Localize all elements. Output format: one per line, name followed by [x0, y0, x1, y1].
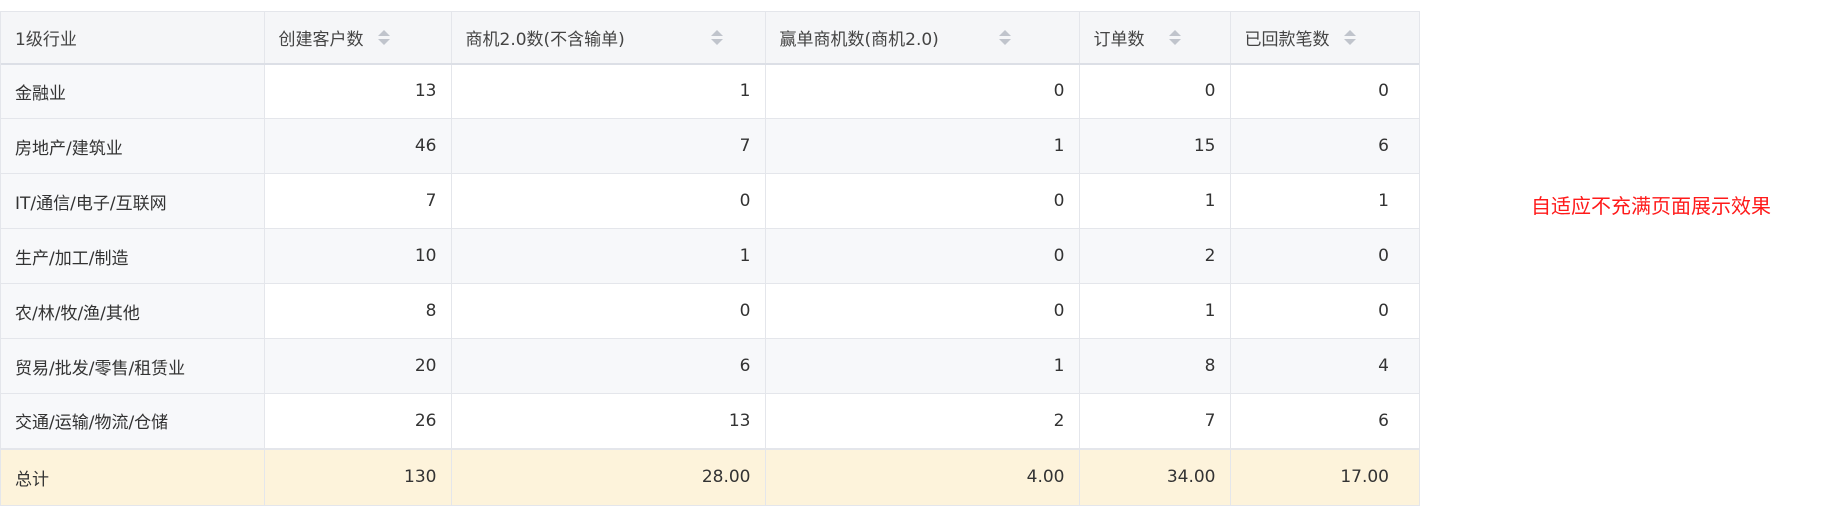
table-cell-industry: 贸易/批发/零售/租赁业: [1, 338, 265, 394]
table-cell: 0: [451, 173, 766, 229]
table-cell: 10: [264, 228, 452, 284]
table-row: 生产/加工/制造 10 1 0 2 0: [1, 228, 1419, 284]
sort-caret-icon[interactable]: [998, 28, 1011, 46]
column-header-label: 订单数: [1093, 29, 1145, 50]
column-header-customers[interactable]: 创建客户数: [264, 11, 452, 65]
table-cell: 1: [1079, 173, 1231, 229]
industry-stats-table: 1级行业 创建客户数 商机2.0数(不含输单) 赢单商机数(商机2.0) 订单数…: [1, 11, 1419, 506]
table-cell: 15: [1079, 118, 1231, 174]
table-cell: 6: [1230, 393, 1419, 449]
table-cell: 0: [451, 283, 766, 339]
table-cell: 1: [1079, 283, 1231, 339]
table-cell: 4: [1230, 338, 1419, 394]
table-total-row: 总计 130 28.00 4.00 34.00 17.00: [1, 448, 1419, 506]
table-cell: 26: [264, 393, 452, 449]
table-cell: 0: [765, 63, 1080, 119]
table-cell: 13: [264, 63, 452, 119]
table-cell: 1: [1230, 173, 1419, 229]
column-header-won-opportunities[interactable]: 赢单商机数(商机2.0): [765, 11, 1080, 65]
table-cell-industry: 生产/加工/制造: [1, 228, 265, 284]
column-header-label: 创建客户数: [278, 29, 364, 50]
table-cell: 7: [264, 173, 452, 229]
table-cell: 1: [765, 118, 1080, 174]
table-cell: 0: [765, 173, 1080, 229]
table-cell: 1: [451, 228, 766, 284]
table-cell: 0: [765, 228, 1080, 284]
column-header-opportunities[interactable]: 商机2.0数(不含输单): [451, 11, 766, 65]
table-cell-industry: 交通/运输/物流/仓储: [1, 393, 265, 449]
table-row: 金融业 13 1 0 0 0: [1, 63, 1419, 119]
column-header-orders[interactable]: 订单数: [1079, 11, 1231, 65]
column-header-payments[interactable]: 已回款笔数: [1230, 11, 1419, 65]
column-header-industry: 1级行业: [1, 11, 265, 65]
layout-note: 自适应不充满页面展示效果: [1531, 194, 1771, 218]
table-cell: 2: [765, 393, 1080, 449]
table-header-row: 1级行业 创建客户数 商机2.0数(不含输单) 赢单商机数(商机2.0) 订单数…: [1, 11, 1419, 65]
table-row: 房地产/建筑业 46 7 1 15 6: [1, 118, 1419, 174]
table-cell-industry: 农/林/牧/渔/其他: [1, 283, 265, 339]
table-cell: 8: [264, 283, 452, 339]
table-row: 贸易/批发/零售/租赁业 20 6 1 8 4: [1, 338, 1419, 394]
column-header-label: 1级行业: [15, 29, 77, 50]
table-cell: 1: [451, 63, 766, 119]
table-row: 农/林/牧/渔/其他 8 0 0 1 0: [1, 283, 1419, 339]
table-cell: 46: [264, 118, 452, 174]
table-cell: 13: [451, 393, 766, 449]
sort-caret-icon[interactable]: [710, 28, 723, 46]
table-cell: 20: [264, 338, 452, 394]
sort-caret-icon[interactable]: [1343, 28, 1356, 46]
total-cell: 28.00: [451, 448, 766, 506]
table-cell: 0: [1230, 63, 1419, 119]
table-cell: 7: [451, 118, 766, 174]
column-header-label: 已回款笔数: [1244, 29, 1330, 50]
table-row: IT/通信/电子/互联网 7 0 0 1 1: [1, 173, 1419, 229]
table-cell: 1: [765, 338, 1080, 394]
table-cell-industry: IT/通信/电子/互联网: [1, 173, 265, 229]
table-row: 交通/运输/物流/仓储 26 13 2 7 6: [1, 393, 1419, 449]
sort-caret-icon[interactable]: [377, 28, 390, 46]
table-cell: 6: [451, 338, 766, 394]
data-table-container: 1级行业 创建客户数 商机2.0数(不含输单) 赢单商机数(商机2.0) 订单数…: [0, 11, 1420, 506]
table-cell: 0: [1230, 228, 1419, 284]
column-header-label: 商机2.0数(不含输单): [465, 29, 625, 50]
total-label: 总计: [1, 448, 265, 506]
table-cell: 8: [1079, 338, 1231, 394]
total-cell: 17.00: [1230, 448, 1419, 506]
total-cell: 4.00: [765, 448, 1080, 506]
total-cell: 130: [264, 448, 452, 506]
column-header-label: 赢单商机数(商机2.0): [779, 29, 939, 50]
sort-caret-icon[interactable]: [1168, 28, 1181, 46]
table-cell: 0: [1230, 283, 1419, 339]
table-cell: 7: [1079, 393, 1231, 449]
table-cell: 0: [1079, 63, 1231, 119]
table-cell: 2: [1079, 228, 1231, 284]
total-cell: 34.00: [1079, 448, 1231, 506]
table-cell: 0: [765, 283, 1080, 339]
table-cell: 6: [1230, 118, 1419, 174]
table-cell-industry: 金融业: [1, 63, 265, 119]
table-cell-industry: 房地产/建筑业: [1, 118, 265, 174]
